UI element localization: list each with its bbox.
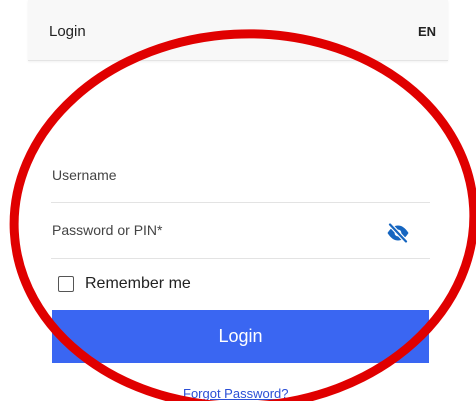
password-label: Password or PIN*	[52, 222, 163, 238]
username-label: Username	[52, 167, 117, 183]
forgot-password-link[interactable]: Forgot Password?	[183, 386, 289, 401]
remember-me-option[interactable]: Remember me	[58, 274, 191, 294]
login-page: Login EN Username Password or PIN* Remem…	[0, 0, 476, 401]
login-button[interactable]: Login	[52, 310, 429, 363]
eye-slash-icon[interactable]	[386, 222, 410, 244]
app-header: Login EN	[28, 0, 448, 61]
remember-me-label: Remember me	[85, 275, 191, 292]
remember-me-checkbox[interactable]	[58, 276, 74, 292]
page-title: Login	[49, 23, 86, 40]
language-selector[interactable]: EN	[418, 24, 436, 39]
password-field[interactable]: Password or PIN*	[51, 203, 430, 259]
username-field[interactable]: Username	[51, 150, 430, 203]
